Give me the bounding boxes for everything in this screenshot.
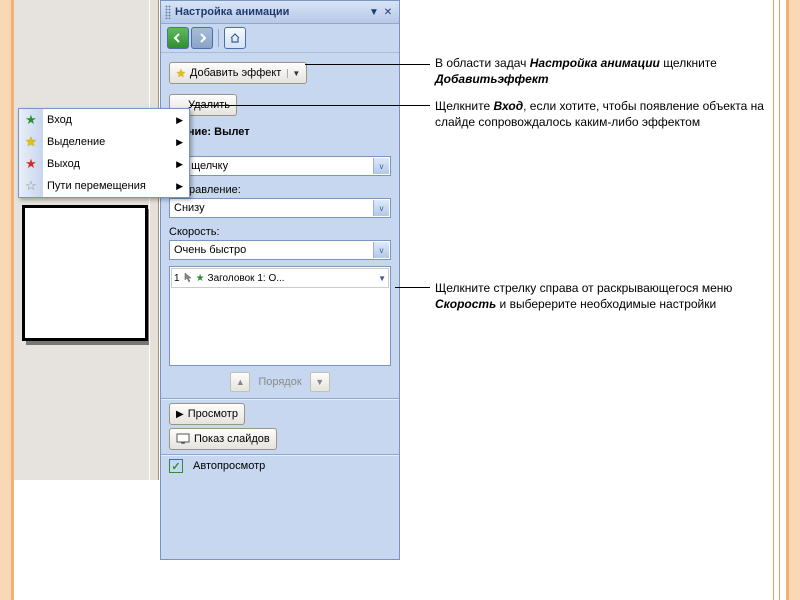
menu-item-label: Выделение (47, 136, 105, 148)
effect-list-item[interactable]: 1 ★ Заголовок 1: О... ▼ (171, 268, 389, 288)
menu-item-label: Вход (47, 114, 72, 126)
menu-item-emphasis[interactable]: ★ Выделение ▶ (19, 131, 189, 153)
chevron-down-icon: v (373, 158, 389, 174)
nav-home-button[interactable] (224, 27, 246, 49)
change-effect-label: енение: Вылет (169, 126, 391, 138)
menu-item-entrance[interactable]: ★ Вход ▶ (19, 109, 189, 131)
start-label: ло: (169, 142, 391, 154)
leader-line (190, 105, 430, 106)
start-combo[interactable]: По щелчку v (169, 156, 391, 176)
reorder-row: ▲ Порядок ▼ (169, 372, 391, 392)
chevron-down-icon: v (373, 200, 389, 216)
star-icon: ☆ (23, 178, 39, 194)
speed-value: Очень быстро (174, 244, 246, 256)
star-icon: ★ (176, 67, 186, 80)
effect-item-text: Заголовок 1: О... (208, 273, 285, 284)
submenu-arrow-icon: ▶ (176, 181, 183, 192)
grip-icon (165, 5, 171, 19)
chevron-down-icon: v (373, 242, 389, 258)
effect-index: 1 (174, 273, 180, 284)
preview-button[interactable]: ▶ Просмотр (169, 403, 245, 425)
add-effect-button[interactable]: ★ Добавить эффект ▼ (169, 62, 307, 84)
callout-1: В области задач Настройка анимации щелкн… (435, 55, 770, 87)
callout-3: Щелкните стрелку справа от раскрывающего… (435, 280, 770, 312)
chevron-down-icon[interactable]: ▼ (378, 274, 386, 283)
star-icon: ★ (23, 112, 39, 128)
effect-list[interactable]: 1 ★ Заголовок 1: О... ▼ (169, 266, 391, 366)
menu-item-exit[interactable]: ★ Выход ▶ (19, 153, 189, 175)
direction-label: Направление: (169, 184, 391, 196)
menu-item-label: Выход (47, 158, 80, 170)
submenu-arrow-icon: ▶ (176, 137, 183, 148)
callout-2: Щелкните Вход, если хотите, чтобы появле… (435, 98, 770, 130)
leader-line (305, 64, 430, 65)
slideshow-icon (176, 433, 190, 445)
move-down-button[interactable]: ▼ (310, 372, 330, 392)
submenu-arrow-icon: ▶ (176, 115, 183, 126)
autopreview-label: Автопросмотр (193, 460, 265, 472)
nav-forward-button[interactable] (191, 27, 213, 49)
autopreview-row[interactable]: ✓ Автопросмотр (169, 459, 391, 473)
slide-thumbnail-column (14, 0, 150, 480)
order-label: Порядок (258, 376, 301, 388)
direction-combo[interactable]: Снизу v (169, 198, 391, 218)
pane-splitter[interactable] (149, 0, 159, 480)
add-effect-label: Добавить эффект (190, 67, 281, 79)
move-up-button[interactable]: ▲ (230, 372, 250, 392)
speed-combo[interactable]: Очень быстро v (169, 240, 391, 260)
pane-menu-chevron[interactable]: ▼ (367, 5, 381, 19)
nav-back-button[interactable] (167, 27, 189, 49)
pane-close-button[interactable]: ✕ (381, 5, 395, 19)
animation-task-pane: Настройка анимации ▼ ✕ ★ Добавить эффект… (160, 0, 400, 560)
pane-nav-row (161, 24, 399, 53)
chevron-down-icon: ▼ (287, 69, 300, 78)
speed-label: Скорость: (169, 226, 391, 238)
leader-line (395, 287, 430, 288)
pane-title: Настройка анимации (175, 6, 367, 18)
slideshow-label: Показ слайдов (194, 433, 270, 445)
effect-type-menu: ★ Вход ▶ ★ Выделение ▶ ★ Выход ▶ ☆ Пути … (18, 108, 190, 198)
pane-header: Настройка анимации ▼ ✕ (161, 1, 399, 24)
preview-label: Просмотр (188, 408, 238, 420)
slideshow-button[interactable]: Показ слайдов (169, 428, 277, 450)
autopreview-checkbox[interactable]: ✓ (169, 459, 183, 473)
play-icon: ▶ (176, 409, 184, 420)
menu-item-label: Пути перемещения (47, 180, 146, 192)
submenu-arrow-icon: ▶ (176, 159, 183, 170)
effect-type-icon: ★ (196, 273, 205, 284)
menu-item-motion-paths[interactable]: ☆ Пути перемещения ▶ (19, 175, 189, 197)
direction-value: Снизу (174, 202, 205, 214)
star-icon: ★ (23, 156, 39, 172)
mouse-icon (183, 272, 193, 284)
slide-thumbnail[interactable] (22, 205, 148, 341)
star-icon: ★ (23, 134, 39, 150)
